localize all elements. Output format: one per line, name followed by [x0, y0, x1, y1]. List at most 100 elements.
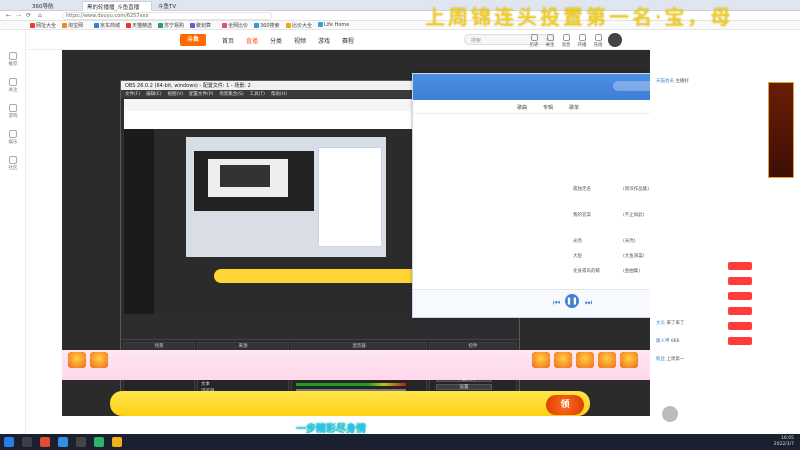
song-album: (金曲集)	[623, 269, 641, 274]
app-icon[interactable]	[40, 437, 50, 447]
bookmark-label: 天猫精选	[132, 23, 153, 29]
sidebar-item[interactable]: 关注	[4, 78, 22, 93]
bookmark-item[interactable]: 苏宁易购	[158, 22, 184, 29]
obs-menu-item[interactable]: 场景集合(S)	[219, 92, 243, 97]
top-nav-0[interactable]: 历史	[526, 34, 542, 48]
obs-menu-item[interactable]: 帮助(H)	[271, 92, 287, 97]
forward-icon[interactable]: →	[16, 12, 21, 19]
bookmark-item[interactable]: 天猫精选	[126, 22, 152, 29]
gift-icon[interactable]	[554, 352, 572, 368]
bookmark-icon	[254, 23, 259, 28]
next-icon[interactable]: ⏭	[585, 298, 592, 308]
gift-icon[interactable]	[532, 352, 550, 368]
red-action-button[interactable]	[728, 307, 752, 315]
music-tab[interactable]: 专辑	[543, 104, 553, 111]
song-album: (大鱼海棠)	[623, 254, 645, 259]
browser-icon[interactable]	[58, 437, 68, 447]
nav-icon	[562, 34, 570, 41]
obs-menu-item[interactable]: 编辑(E)	[146, 92, 161, 97]
obs-menu-item[interactable]: 配置文件(P)	[189, 92, 213, 97]
red-action-button[interactable]	[728, 277, 752, 285]
song-title: 大鱼	[573, 254, 582, 259]
avatar[interactable]	[608, 33, 622, 47]
song-album: (光亮)	[623, 239, 636, 244]
nested-music	[318, 147, 382, 247]
gift-icon[interactable]	[68, 352, 86, 368]
sidebar-item[interactable]: 娱乐	[4, 130, 22, 145]
gift-icon[interactable]	[598, 352, 616, 368]
nav-icon	[530, 34, 538, 41]
stream-overlay-title: 上周锦连头投置第一名·宝，母	[425, 5, 734, 29]
sidebar-item[interactable]: 社区	[4, 156, 22, 171]
source-item[interactable]: 文本	[201, 381, 210, 387]
prev-icon[interactable]: ⏮	[553, 298, 560, 308]
music-tab[interactable]: 歌单	[569, 104, 579, 111]
music-tab[interactable]: 歌曲	[517, 104, 527, 111]
home-icon[interactable]: ⌂	[38, 12, 42, 19]
bookmark-label: 全网比价	[228, 23, 249, 29]
chat-message: 路人甲 666	[656, 339, 680, 344]
bookmark-label: 网址大全	[36, 23, 57, 29]
bookmark-item[interactable]: 网址大全	[30, 22, 56, 29]
avatar[interactable]	[662, 406, 678, 422]
start-icon[interactable]	[4, 437, 14, 447]
red-action-button[interactable]	[728, 337, 752, 345]
nav-item[interactable]: 分类	[270, 36, 282, 45]
nested-preview-inner	[208, 159, 288, 197]
nested-preview	[194, 151, 314, 211]
obs-menu-item[interactable]: 工具(T)	[250, 92, 265, 97]
gift-icon[interactable]	[576, 352, 594, 368]
red-action-button[interactable]	[728, 292, 752, 300]
nav-item[interactable]: 首页	[222, 36, 234, 45]
top-nav-2[interactable]: 消息	[558, 34, 574, 48]
browser-tab-active[interactable]: 黑的轮播播_斗鱼直播	[82, 1, 152, 11]
top-nav-4[interactable]: 充值	[590, 34, 606, 48]
app-icon[interactable]	[94, 437, 104, 447]
bookmark-item[interactable]: 聚划算	[190, 22, 211, 29]
left-sidebar: 推荐关注游戏娱乐社区	[0, 30, 26, 434]
search-icon[interactable]	[22, 437, 32, 447]
bookmark-item[interactable]: 淘宝网	[62, 22, 83, 29]
nav-item[interactable]: 视频	[294, 36, 306, 45]
bookmark-item[interactable]: Life Home	[318, 22, 349, 28]
song-title: 我的答案	[573, 213, 591, 218]
bookmark-item[interactable]: 京东商城	[94, 22, 120, 29]
top-nav-1[interactable]: 关注	[542, 34, 558, 48]
sidebar-item[interactable]: 游戏	[4, 104, 22, 119]
nav-item[interactable]: 直播	[246, 36, 258, 45]
douyu-logo[interactable]: 斗鱼	[180, 34, 206, 46]
nav-item[interactable]: 游戏	[318, 36, 330, 45]
top-nav-3[interactable]: 开播	[574, 34, 590, 48]
audio-meter	[296, 383, 406, 386]
nav-icon-label: 开播	[577, 43, 587, 48]
bookmark-item[interactable]: 全网比价	[222, 22, 248, 29]
browser-tab[interactable]: 360导航	[28, 1, 80, 11]
clock[interactable]: 16:05 2022/3/7	[774, 436, 794, 447]
obs-menu-item[interactable]: 视图(V)	[167, 92, 183, 97]
windows-taskbar: 16:05 2022/3/7	[0, 434, 800, 450]
nav-icon-label: 消息	[561, 43, 571, 48]
bookmark-item[interactable]: 360搜索	[254, 22, 280, 29]
folder-icon[interactable]	[112, 437, 122, 447]
obs-icon[interactable]	[76, 437, 86, 447]
red-action-button[interactable]	[728, 262, 752, 270]
bookmark-icon	[286, 23, 291, 28]
sidebar-icon	[9, 52, 17, 60]
nav-item[interactable]: 赛程	[342, 36, 354, 45]
url-field[interactable]: https://www.douyu.com/6257xxx	[62, 12, 272, 20]
back-icon[interactable]: ←	[6, 12, 11, 19]
browser-tab[interactable]: 斗鱼TV	[154, 1, 204, 11]
refresh-icon[interactable]: ⟳	[26, 12, 31, 19]
gift-icon[interactable]	[90, 352, 108, 368]
clock-date: 2022/3/7	[773, 441, 794, 447]
settings-button[interactable]: 设置	[436, 384, 492, 390]
obs-menu-item[interactable]: 文件(F)	[125, 92, 140, 97]
sidebar-item[interactable]: 推荐	[4, 52, 22, 67]
pause-icon[interactable]: ❚❚	[565, 294, 579, 308]
bookmark-item[interactable]: 比价大全	[286, 22, 312, 29]
gift-icon[interactable]	[620, 352, 638, 368]
red-action-button[interactable]	[728, 322, 752, 330]
claim-button[interactable]: 领	[546, 395, 584, 415]
song-album: (周深作品集)	[623, 187, 650, 192]
right-ad-banner[interactable]	[768, 82, 794, 178]
